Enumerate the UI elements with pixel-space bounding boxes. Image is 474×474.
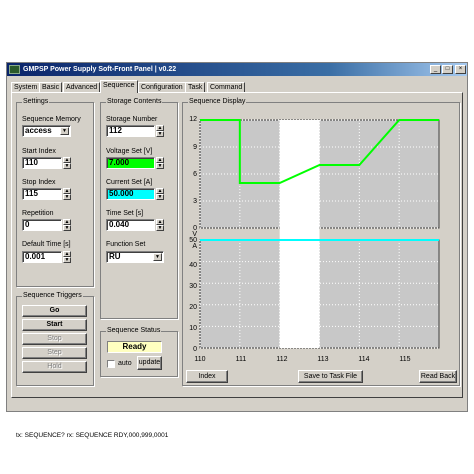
sequence-memory-value: access xyxy=(25,126,52,135)
current-set-label: Current Set [A] xyxy=(106,179,153,186)
function-set-select[interactable]: RU ▼ xyxy=(106,251,164,263)
start-index-input[interactable]: 110 xyxy=(22,157,62,169)
storage-number-spinner[interactable]: ▲ ▼ xyxy=(156,125,164,137)
sequence-memory-label: Sequence Memory xyxy=(22,116,81,123)
function-set-value: RU xyxy=(109,252,121,261)
current-y-tick: 0 xyxy=(193,346,197,353)
current-y-tick: 30 xyxy=(189,283,197,290)
maximize-button[interactable]: □ xyxy=(442,65,453,74)
spin-down-icon[interactable]: ▼ xyxy=(156,131,164,137)
sequence-triggers-label: Sequence Triggers xyxy=(22,292,83,299)
sequence-chart: 12 9 6 3 0 V 50 A 40 30 20 10 0 xyxy=(181,110,441,353)
step-button[interactable]: Step xyxy=(22,347,87,359)
hold-button[interactable]: Hold xyxy=(22,361,87,373)
voltage-set-input[interactable]: 7.000 xyxy=(106,157,155,169)
current-unit: A xyxy=(192,243,197,250)
current-set-spinner[interactable]: ▲ ▼ xyxy=(156,188,164,200)
default-time-label: Default Time [s] xyxy=(22,241,71,248)
sequence-status-label: Sequence Status xyxy=(106,327,162,334)
current-set-input[interactable]: 50.000 xyxy=(106,188,155,200)
go-button[interactable]: Go xyxy=(22,305,87,317)
status-indicator: Ready xyxy=(107,341,162,353)
default-time-spinner[interactable]: ▲ ▼ xyxy=(63,251,71,263)
current-y-tick: 40 xyxy=(189,262,197,269)
settings-group-label: Settings xyxy=(22,98,50,105)
tab-task[interactable]: Task xyxy=(185,82,206,92)
default-time-input[interactable]: 0.001 xyxy=(22,251,62,263)
selected-step-highlight xyxy=(279,120,320,348)
x-tick-label: 110 xyxy=(194,356,206,363)
voltage-y-tick: 3 xyxy=(193,198,197,205)
spin-down-icon[interactable]: ▼ xyxy=(63,225,71,231)
current-y-tick: 10 xyxy=(189,325,197,332)
storage-number-label: Storage Number xyxy=(106,116,158,123)
index-button[interactable]: Index xyxy=(186,370,228,383)
minimize-button[interactable]: _ xyxy=(430,65,441,74)
stop-index-input[interactable]: 115 xyxy=(22,188,62,200)
spin-down-icon[interactable]: ▼ xyxy=(156,194,164,200)
sequence-chart-svg xyxy=(199,119,440,349)
title-bar: GMPSP Power Supply Soft-Front Panel | v0… xyxy=(7,63,467,76)
x-tick-label: 115 xyxy=(399,356,411,363)
x-tick-label: 114 xyxy=(358,356,370,363)
sequence-triggers-group: Sequence Triggers Go Start Stop Step Hol… xyxy=(16,292,94,386)
x-tick-label: 113 xyxy=(317,356,329,363)
stop-index-label: Stop Index xyxy=(22,179,56,186)
chevron-down-icon[interactable]: ▼ xyxy=(60,127,69,135)
window-title: GMPSP Power Supply Soft-Front Panel | v0… xyxy=(23,66,177,73)
tab-configuration[interactable]: Configuration xyxy=(138,82,186,92)
auto-label: auto xyxy=(118,360,132,367)
tab-basic[interactable]: Basic xyxy=(39,82,63,92)
update-button[interactable]: update xyxy=(137,356,162,370)
sequence-memory-select[interactable]: access ▼ xyxy=(22,125,71,137)
tab-sequence[interactable]: Sequence xyxy=(100,80,138,93)
save-to-task-file-button[interactable]: Save to Task File xyxy=(298,370,363,383)
spin-down-icon[interactable]: ▼ xyxy=(63,163,71,169)
voltage-set-spinner[interactable]: ▲ ▼ xyxy=(156,157,164,169)
tab-system[interactable]: System xyxy=(11,82,41,92)
storage-number-input[interactable]: 112 xyxy=(106,125,155,137)
spin-down-icon[interactable]: ▼ xyxy=(156,163,164,169)
auto-checkbox[interactable] xyxy=(107,360,115,368)
tab-advanced[interactable]: Advanced xyxy=(63,82,101,92)
voltage-y-tick: 6 xyxy=(193,171,197,178)
voltage-y-tick: 12 xyxy=(189,116,197,123)
time-set-label: Time Set [s] xyxy=(106,210,144,217)
repetition-input[interactable]: 0 xyxy=(22,219,62,231)
spin-down-icon[interactable]: ▼ xyxy=(156,225,164,231)
close-button[interactable]: × xyxy=(455,65,466,74)
start-index-spinner[interactable]: ▲ ▼ xyxy=(63,157,71,169)
x-tick-label: 111 xyxy=(235,356,247,363)
start-index-label: Start Index xyxy=(22,148,56,155)
storage-contents-label: Storage Contents xyxy=(106,98,163,105)
start-button[interactable]: Start xyxy=(22,319,87,331)
spin-down-icon[interactable]: ▼ xyxy=(63,194,71,200)
read-back-button[interactable]: Read Back xyxy=(419,370,457,383)
settings-group: Settings Sequence Memory access ▼ Start … xyxy=(16,98,94,287)
current-y-tick: 20 xyxy=(189,304,197,311)
chevron-down-icon[interactable]: ▼ xyxy=(153,253,162,261)
stop-index-spinner[interactable]: ▲ ▼ xyxy=(63,188,71,200)
spin-down-icon[interactable]: ▼ xyxy=(63,257,71,263)
sequence-display-label: Sequence Display xyxy=(188,98,247,105)
sequence-status-group: Sequence Status Ready auto update xyxy=(100,327,178,377)
storage-contents-group: Storage Contents Storage Number 112 ▲ ▼ V… xyxy=(100,98,178,319)
repetition-label: Repetition xyxy=(22,210,54,217)
repetition-spinner[interactable]: ▲ ▼ xyxy=(63,219,71,231)
voltage-y-tick: 9 xyxy=(193,144,197,151)
time-set-input[interactable]: 0.040 xyxy=(106,219,155,231)
function-set-label: Function Set xyxy=(106,241,146,248)
voltage-set-label: Voltage Set [V] xyxy=(106,148,153,155)
x-tick-label: 112 xyxy=(276,356,288,363)
stop-button[interactable]: Stop xyxy=(22,333,87,345)
app-logo-icon xyxy=(9,65,20,74)
time-set-spinner[interactable]: ▲ ▼ xyxy=(156,219,164,231)
status-bar: tx: SEQUENCE? rx: SEQUENCE RDY,000,999,0… xyxy=(16,432,169,439)
tab-command[interactable]: Command xyxy=(207,82,246,92)
